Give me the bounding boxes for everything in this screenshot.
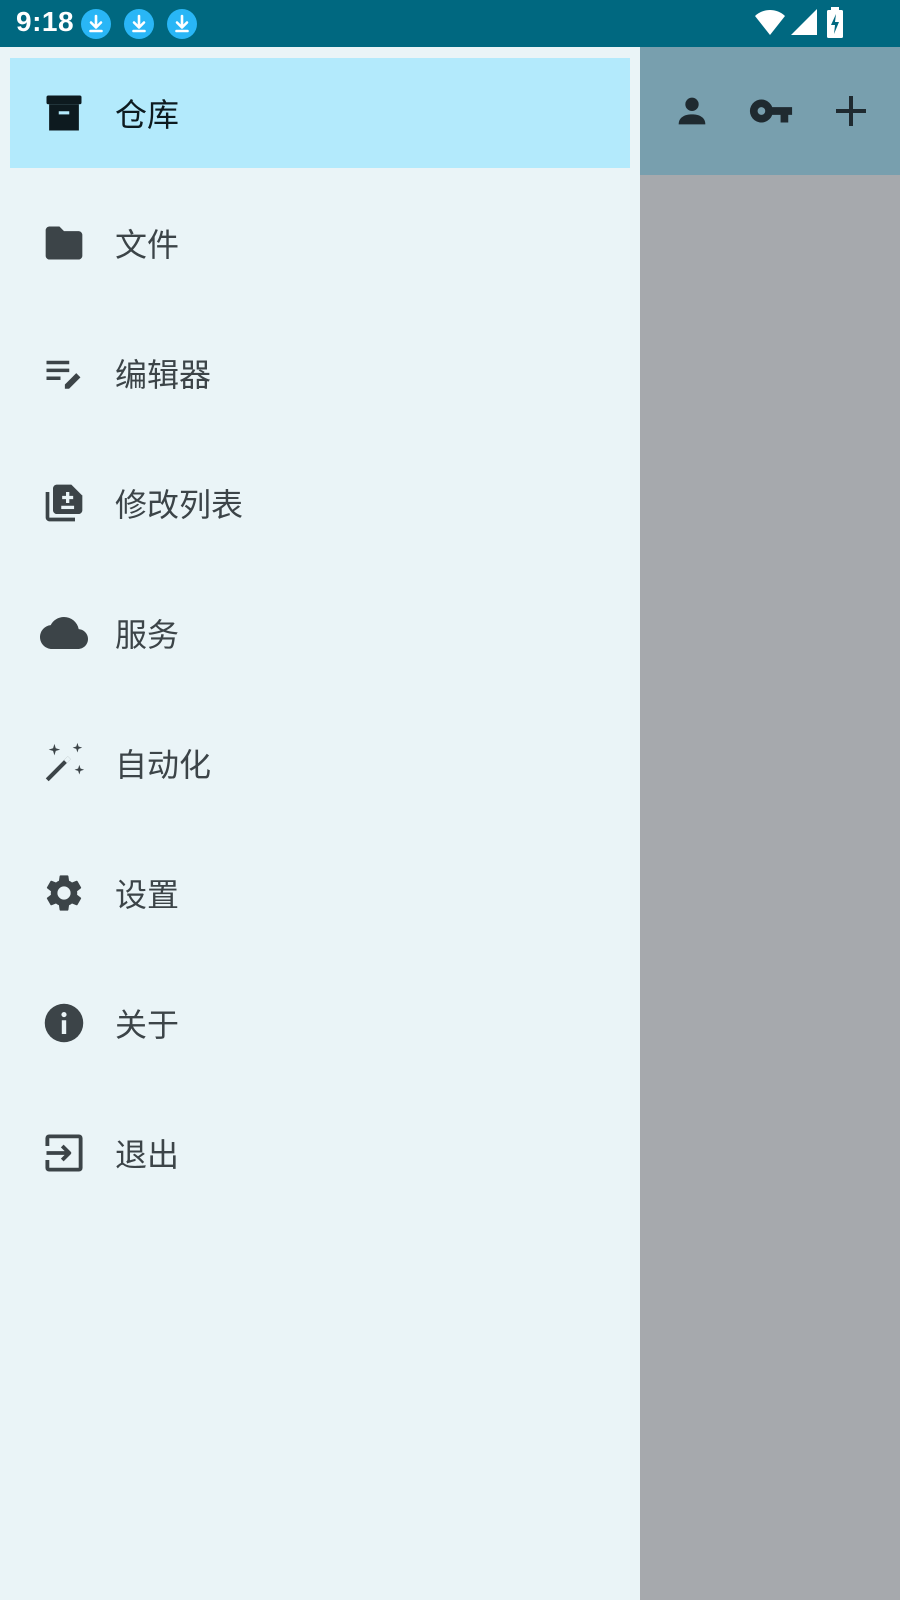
nav-label: 仓库 — [115, 96, 180, 134]
drawer-scrim[interactable] — [640, 175, 900, 1600]
nav-label: 修改列表 — [115, 486, 244, 524]
settings-icon — [40, 869, 88, 917]
download-icon — [167, 9, 197, 39]
library-add-icon — [40, 479, 88, 527]
nav-label: 设置 — [115, 876, 180, 914]
nav-item-editor[interactable]: 编辑器 — [10, 318, 630, 428]
key-icon — [749, 99, 793, 123]
nav-item-settings[interactable]: 设置 — [10, 838, 630, 948]
exit-icon — [40, 1129, 88, 1177]
nav-label: 关于 — [115, 1006, 180, 1044]
nav-item-repository[interactable]: 仓库 — [10, 58, 630, 168]
key-button[interactable] — [743, 83, 799, 139]
edit-note-icon — [40, 349, 88, 397]
nav-label: 编辑器 — [115, 356, 212, 394]
nav-item-files[interactable]: 文件 — [10, 188, 630, 298]
archive-icon — [40, 89, 88, 137]
status-bar: 9:18 — [0, 0, 900, 47]
navigation-drawer: 仓库 文件 编辑器 修改列表 服务 自动化 设置 关于 退出 — [0, 47, 640, 1600]
status-time: 9:18 — [16, 6, 75, 37]
nav-label: 退出 — [115, 1136, 180, 1174]
app-bar — [640, 47, 900, 175]
download-icon — [81, 9, 111, 39]
account-button[interactable] — [664, 83, 720, 139]
add-button[interactable] — [823, 83, 879, 139]
nav-label: 文件 — [115, 226, 180, 264]
signal-icon — [791, 9, 817, 35]
nav-item-about[interactable]: 关于 — [10, 968, 630, 1078]
account-icon — [678, 97, 706, 125]
nav-label: 自动化 — [115, 746, 212, 784]
nav-item-logout[interactable]: 退出 — [10, 1098, 630, 1208]
nav-label: 服务 — [115, 616, 180, 654]
cloud-icon — [40, 609, 88, 657]
folder-icon — [40, 219, 88, 267]
battery-charging-icon — [827, 7, 843, 38]
info-icon — [40, 999, 88, 1047]
add-icon — [836, 96, 866, 126]
screen: 9:18 仓库 文件 编辑器 修改列表 服务 自动化 设置 关于 退出 — [0, 0, 900, 1600]
wifi-icon — [755, 10, 785, 35]
magic-wand-icon — [40, 739, 88, 787]
nav-item-automation[interactable]: 自动化 — [10, 708, 630, 818]
nav-item-changelist[interactable]: 修改列表 — [10, 448, 630, 558]
nav-item-services[interactable]: 服务 — [10, 578, 630, 688]
download-icon — [124, 9, 154, 39]
